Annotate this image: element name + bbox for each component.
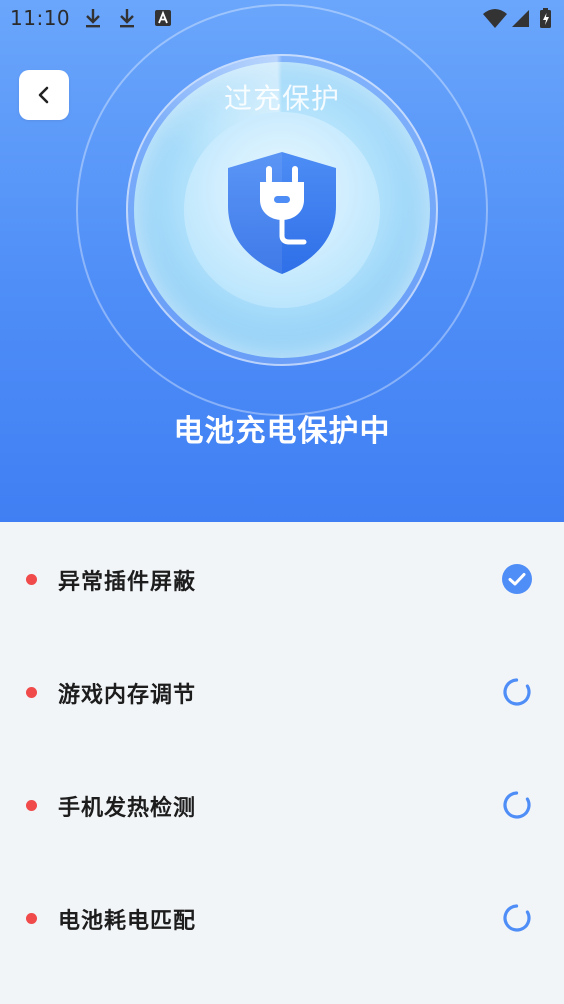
download-icon [86, 9, 100, 28]
list-item: 手机发热检测 [0, 776, 564, 836]
font-app-icon [155, 10, 171, 26]
download-icon [120, 9, 134, 28]
protection-task-list: 异常插件屏蔽 游戏内存调节 手机发热检测 电池耗电匹配 [0, 522, 564, 1004]
overcharge-protection-label: 过充保护 [223, 82, 340, 115]
status-time: 11:10 [10, 6, 71, 30]
wifi-icon [483, 9, 507, 28]
bullet-dot [26, 687, 37, 698]
battery-charging-icon [540, 8, 551, 28]
check-circle-icon [502, 564, 532, 594]
list-item-label: 游戏内存调节 [58, 683, 197, 708]
loading-spinner-icon [503, 904, 531, 932]
list-item-label: 手机发热检测 [58, 796, 197, 821]
bullet-dot [26, 574, 37, 585]
list-item: 异常插件屏蔽 [0, 550, 564, 610]
list-item: 电池耗电匹配 [0, 889, 564, 949]
hero-panel: 11:10 过充保护 电池充电保护中 [0, 0, 564, 522]
bullet-dot [26, 913, 37, 924]
signal-icon [512, 10, 529, 27]
list-item-label: 异常插件屏蔽 [58, 570, 197, 595]
loading-spinner-icon [503, 791, 531, 819]
bullet-dot [26, 800, 37, 811]
loading-spinner-icon [503, 678, 531, 706]
list-item-label: 电池耗电匹配 [58, 909, 197, 934]
page-title: 电池充电保护中 [173, 414, 391, 449]
shield-plug-icon [228, 152, 336, 274]
list-item: 游戏内存调节 [0, 663, 564, 723]
